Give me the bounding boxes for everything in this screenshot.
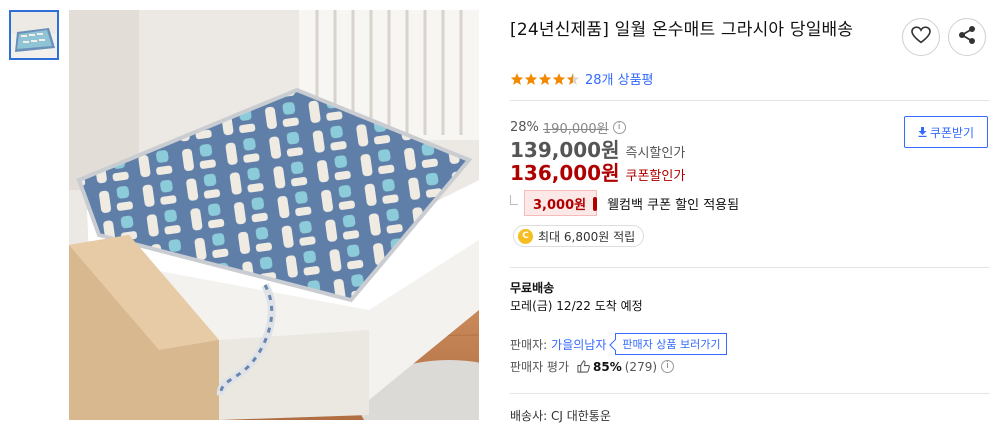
rating-stars xyxy=(510,71,580,85)
share-button[interactable] xyxy=(948,18,986,56)
discount-rate: 28% xyxy=(510,120,539,135)
product-thumbnail[interactable] xyxy=(9,10,59,60)
star-icon xyxy=(538,71,552,85)
half-star-icon xyxy=(566,71,580,85)
coupon-price-row: 136,000원 쿠폰할인가 xyxy=(510,157,685,186)
star-icon xyxy=(552,71,566,85)
download-icon xyxy=(918,127,927,137)
seller-eval-label: 판매자 평가 xyxy=(510,360,570,374)
mattress-photo xyxy=(69,10,479,420)
divider xyxy=(510,267,990,268)
review-count-link[interactable]: 28개 상품평 xyxy=(585,69,654,88)
thumbs-up-icon xyxy=(577,360,590,373)
coupon-price: 136,000원 xyxy=(510,161,620,185)
coupon-price-label: 쿠폰할인가 xyxy=(625,169,686,184)
points-chip: C 최대 6,800원 적립 xyxy=(513,225,645,247)
info-icon[interactable]: i xyxy=(612,121,626,134)
rating-row: 28개 상품평 xyxy=(510,69,654,88)
heart-icon xyxy=(911,26,931,48)
seller-name-link[interactable]: 가을의남자 xyxy=(551,336,606,353)
share-icon xyxy=(957,25,977,49)
coupon-download-label: 쿠폰받기 xyxy=(929,125,975,140)
tree-corner xyxy=(510,195,518,205)
seller-row: 판매자: 가을의남자 판매자 상품 보러가기 xyxy=(510,333,728,355)
seller-eval-count: (279) xyxy=(624,359,658,374)
welcome-coupon-text: 웰컴백 쿠폰 할인 적용됨 xyxy=(607,197,740,213)
points-text: 최대 6,800원 적립 xyxy=(538,229,636,244)
info-icon[interactable]: i xyxy=(661,360,675,373)
shipping-title: 무료배송 xyxy=(510,281,555,295)
seller-store-button[interactable]: 판매자 상품 보러가기 xyxy=(615,333,728,355)
divider xyxy=(510,100,990,101)
seller-evaluation-row: 판매자 평가 85% (279) i xyxy=(510,358,675,375)
welcome-coupon-row: 3,000원 웰컴백 쿠폰 할인 적용됨 xyxy=(510,190,739,216)
seller-label: 판매자: xyxy=(510,337,548,352)
star-icon xyxy=(510,71,524,85)
star-icon xyxy=(524,71,538,85)
courier-info: 배송사: CJ 대한통운 xyxy=(510,409,611,423)
product-title: [24년신제품] 일월 온수매트 그라시아 당일배송 xyxy=(510,20,854,40)
wishlist-button[interactable] xyxy=(902,18,940,56)
welcome-coupon-badge: 3,000원 xyxy=(524,190,598,216)
delivery-eta: 모레(금) 12/22 도착 예정 xyxy=(510,299,643,313)
thumbnail-image xyxy=(11,12,57,58)
seller-eval-percent: 85% xyxy=(593,359,622,374)
divider xyxy=(510,393,990,394)
coin-icon: C xyxy=(518,228,533,244)
coupon-download-button[interactable]: 쿠폰받기 xyxy=(904,116,988,148)
product-main-image[interactable] xyxy=(69,10,479,420)
